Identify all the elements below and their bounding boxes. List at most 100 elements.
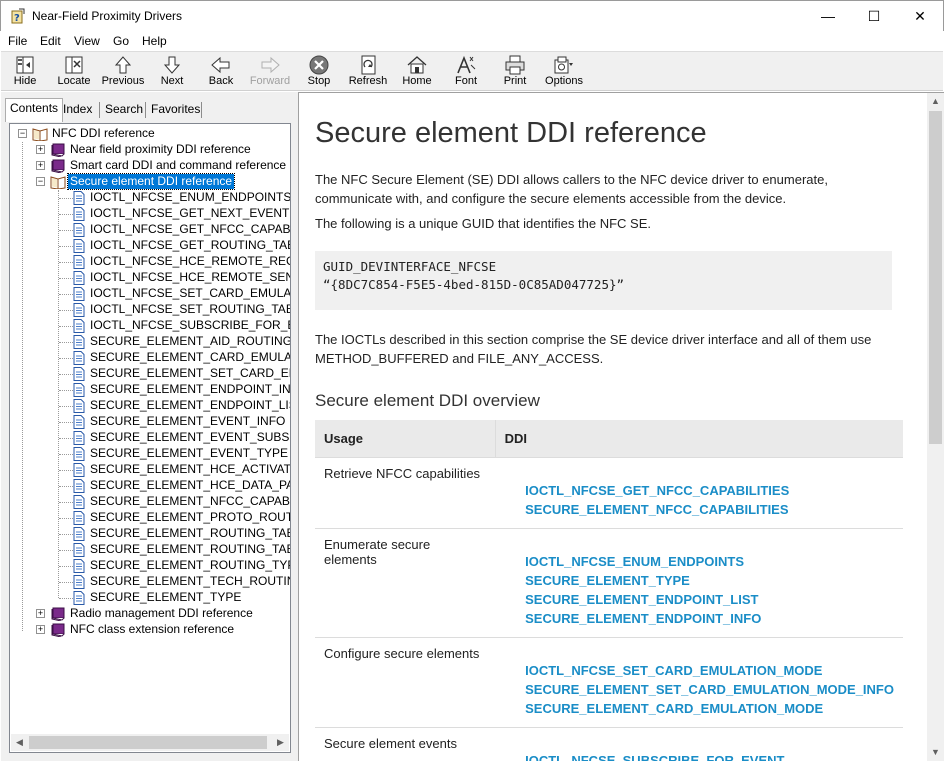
next-button[interactable]: Next (146, 55, 198, 91)
tree-connector (59, 518, 73, 519)
tree-item-page[interactable]: SECURE_ELEMENT_HCE_ACTIVATION_PAYLOAD (10, 462, 290, 478)
ddi-link[interactable]: SECURE_ELEMENT_NFCC_CAPABILITIES (525, 500, 894, 519)
ddi-link[interactable]: SECURE_ELEMENT_TYPE (525, 571, 894, 590)
scrollbar-thumb[interactable] (29, 736, 267, 749)
ddi-cell: IOCTL_NFCSE_ENUM_ENDPOINTS SECURE_ELEMENT… (495, 528, 903, 638)
content-pane: Secure element DDI reference The NFC Sec… (298, 92, 944, 761)
ddi-overview-table: Usage DDI Retrieve NFCC capabilities IOCT… (315, 420, 903, 761)
tree-item-book[interactable]: + Near field proximity DDI reference (10, 142, 290, 158)
expand-icon[interactable]: + (36, 161, 45, 170)
tree-connector (59, 486, 73, 487)
tree-item-book-selected[interactable]: − Secure element DDI reference (10, 173, 290, 190)
menu-edit[interactable]: Edit (40, 34, 61, 48)
tab-search[interactable]: Search (101, 100, 147, 120)
page-icon (73, 479, 85, 493)
page-icon (73, 335, 85, 349)
ddi-link[interactable]: SECURE_ELEMENT_ENDPOINT_INFO (525, 609, 894, 628)
page-icon (73, 255, 85, 269)
tree-label: SECURE_ELEMENT_SET_CARD_EMULATION_MODE_I… (90, 366, 290, 380)
options-icon (554, 56, 573, 74)
tree-item-book[interactable]: + Smart card DDI and command reference (10, 158, 290, 174)
tree-item-page[interactable]: SECURE_ELEMENT_TYPE (10, 590, 290, 606)
tree-item-root[interactable]: − NFC DDI reference (10, 126, 290, 142)
tree-item-book[interactable]: + Radio management DDI reference (10, 606, 290, 622)
tree-connector (59, 422, 73, 423)
tree-item-page[interactable]: SECURE_ELEMENT_CARD_EMULATION_MODE (10, 350, 290, 366)
tree-item-page[interactable]: IOCTL_NFCSE_GET_NEXT_EVENT (10, 206, 290, 222)
tree-item-page[interactable]: IOCTL_NFCSE_GET_NFCC_CAPABILITIES (10, 222, 290, 238)
tree-item-page[interactable]: SECURE_ELEMENT_ENDPOINT_LIST (10, 398, 290, 414)
minimize-button[interactable]: — (805, 1, 851, 31)
page-title: Secure element DDI reference (315, 117, 707, 149)
ddi-link[interactable]: IOCTL_NFCSE_SUBSCRIBE_FOR_EVENT (525, 751, 894, 761)
expand-icon[interactable]: + (36, 625, 45, 634)
tree-item-page[interactable]: SECURE_ELEMENT_NFCC_CAPABILITIES (10, 494, 290, 510)
page-icon (73, 239, 85, 253)
ddi-link[interactable]: SECURE_ELEMENT_SET_CARD_EMULATION_MODE_I… (525, 680, 894, 699)
forward-button[interactable]: Forward (244, 55, 296, 91)
previous-button[interactable]: Previous (97, 55, 149, 91)
refresh-button[interactable]: Refresh (342, 55, 394, 91)
back-button[interactable]: Back (195, 55, 247, 91)
menu-go[interactable]: Go (113, 34, 129, 48)
stop-icon (309, 55, 329, 75)
hide-button[interactable]: Hide (0, 55, 51, 91)
tree-horizontal-scrollbar[interactable]: ◀ ▶ (11, 734, 289, 751)
title-bar[interactable]: ? Near-Field Proximity Drivers — ☐ ✕ (0, 0, 944, 31)
tree-item-page[interactable]: SECURE_ELEMENT_EVENT_SUBSCRIPTION_INFO (10, 430, 290, 446)
tree-connector (59, 198, 73, 199)
tree-item-page[interactable]: SECURE_ELEMENT_ROUTING_TABLE_ENTRY (10, 542, 290, 558)
scroll-up-icon[interactable]: ▲ (927, 93, 944, 110)
contents-tree[interactable]: − NFC DDI reference + Near field proximi… (9, 123, 291, 753)
tree-item-page[interactable]: SECURE_ELEMENT_SET_CARD_EMULATION_MODE_I… (10, 366, 290, 382)
ddi-link[interactable]: SECURE_ELEMENT_CARD_EMULATION_MODE (525, 699, 894, 718)
print-button[interactable]: Print (489, 55, 541, 91)
tree-item-page[interactable]: SECURE_ELEMENT_PROTO_ROUTING_INFO (10, 510, 290, 526)
page-icon (73, 543, 85, 557)
font-button[interactable]: Font (440, 55, 492, 91)
options-button[interactable]: Options (538, 55, 590, 91)
tree-item-page[interactable]: SECURE_ELEMENT_ENDPOINT_INFO (10, 382, 290, 398)
tab-index[interactable]: Index (59, 100, 96, 120)
tree-item-page[interactable]: IOCTL_NFCSE_HCE_REMOTE_RECV (10, 254, 290, 270)
ddi-link[interactable]: IOCTL_NFCSE_GET_NFCC_CAPABILITIES (525, 481, 894, 500)
tree-item-page[interactable]: SECURE_ELEMENT_EVENT_INFO (10, 414, 290, 430)
locate-button[interactable]: Locate (48, 55, 100, 91)
tree-item-page[interactable]: IOCTL_NFCSE_HCE_REMOTE_SEND (10, 270, 290, 286)
scrollbar-thumb[interactable] (929, 111, 942, 444)
close-button[interactable]: ✕ (897, 1, 943, 31)
scroll-left-icon[interactable]: ◀ (11, 734, 28, 751)
expand-icon[interactable]: + (36, 609, 45, 618)
menu-view[interactable]: View (74, 34, 100, 48)
tree-item-page[interactable]: IOCTL_NFCSE_GET_ROUTING_TABLE (10, 238, 290, 254)
expand-icon[interactable]: + (36, 145, 45, 154)
collapse-icon[interactable]: − (18, 129, 27, 138)
content-vertical-scrollbar[interactable]: ▲ ▼ (927, 93, 944, 761)
tree-item-page[interactable]: IOCTL_NFCSE_SUBSCRIBE_FOR_EVENT (10, 318, 290, 334)
tree-item-page[interactable]: IOCTL_NFCSE_SET_CARD_EMULATION_MODE (10, 286, 290, 302)
collapse-icon[interactable]: − (36, 177, 45, 186)
menu-file[interactable]: File (8, 34, 27, 48)
tree-item-page[interactable]: SECURE_ELEMENT_HCE_DATA_PACKET (10, 478, 290, 494)
table-row: Retrieve NFCC capabilities IOCTL_NFCSE_GE… (315, 457, 903, 529)
tree-item-page[interactable]: SECURE_ELEMENT_TECH_ROUTING_INFO (10, 574, 290, 590)
tree-item-page[interactable]: IOCTL_NFCSE_SET_ROUTING_TABLE (10, 302, 290, 318)
home-button[interactable]: Home (391, 55, 443, 91)
tree-item-page[interactable]: SECURE_ELEMENT_EVENT_TYPE (10, 446, 290, 462)
ddi-link[interactable]: IOCTL_NFCSE_ENUM_ENDPOINTS (525, 552, 894, 571)
tree-item-book[interactable]: + NFC class extension reference (10, 622, 290, 638)
tree-item-page[interactable]: SECURE_ELEMENT_ROUTING_TABLE (10, 526, 290, 542)
scroll-down-icon[interactable]: ▼ (927, 744, 944, 761)
tab-favorites[interactable]: Favorites (147, 100, 204, 120)
stop-button[interactable]: Stop (293, 55, 345, 91)
ddi-link[interactable]: SECURE_ELEMENT_ENDPOINT_LIST (525, 590, 894, 609)
usage-cell: Configure secure elements (315, 637, 496, 728)
tree-item-page[interactable]: IOCTL_NFCSE_ENUM_ENDPOINTS (10, 190, 290, 206)
maximize-button[interactable]: ☐ (851, 1, 897, 31)
ddi-link[interactable]: IOCTL_NFCSE_SET_CARD_EMULATION_MODE (525, 661, 894, 680)
menu-help[interactable]: Help (142, 34, 167, 48)
tab-contents[interactable]: Contents (5, 98, 64, 122)
tree-item-page[interactable]: SECURE_ELEMENT_ROUTING_TYPE (10, 558, 290, 574)
tree-item-page[interactable]: SECURE_ELEMENT_AID_ROUTING_INFO (10, 334, 290, 350)
scroll-right-icon[interactable]: ▶ (272, 734, 289, 751)
